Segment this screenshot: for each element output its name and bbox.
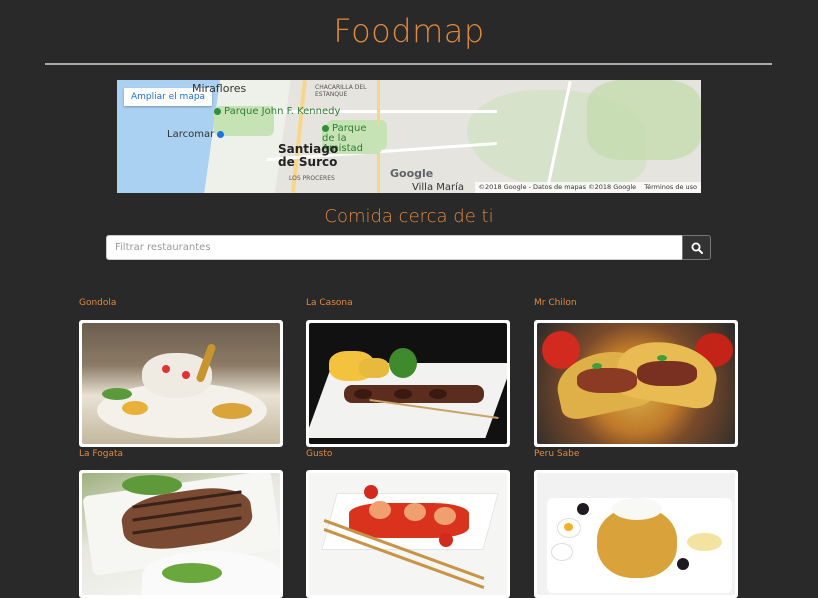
map-label-larcomar: Larcomar (167, 129, 227, 140)
map-label-proceres: LOS PROCERES (289, 175, 335, 182)
restaurant-card-gusto[interactable] (306, 470, 510, 598)
restaurant-name: La Casona (306, 298, 353, 308)
restaurant-name: La Fogata (79, 449, 124, 459)
restaurant-name: Peru Sabe (534, 449, 580, 459)
restaurant-card-la-casona[interactable] (306, 320, 510, 447)
park-pin-icon (322, 124, 329, 132)
restaurant-photo (82, 323, 280, 444)
restaurant-card-la-fogata[interactable] (79, 470, 283, 598)
restaurant-photo (537, 473, 735, 595)
section-subtitle: Comida cerca de ti (324, 206, 494, 227)
page-title: Foodmap (333, 12, 485, 50)
search-icon (691, 242, 703, 254)
map-label-villa-maria: Villa María (412, 182, 465, 193)
search-button[interactable] (682, 235, 711, 260)
map-terms-link[interactable]: Términos de uso (644, 183, 697, 191)
title-divider (45, 63, 772, 65)
restaurant-card-mr-chilon[interactable] (534, 320, 738, 447)
restaurant-photo (309, 473, 507, 595)
filter-input[interactable] (106, 235, 683, 260)
restaurant-photo (309, 323, 507, 444)
restaurant-card-peru-sabe[interactable] (534, 470, 738, 598)
map-attribution: ©2018 Google - Datos de mapas ©2018 Goog… (474, 182, 701, 193)
map-label-santiago: Santiago de Surco (278, 142, 339, 169)
park-pin-icon (214, 107, 221, 115)
map[interactable]: Ampliar el mapa Miraflores CHACARILLA DE… (117, 80, 701, 193)
restaurant-photo (82, 473, 280, 595)
restaurant-card-gondola[interactable] (79, 320, 283, 447)
restaurant-name: Gondola (79, 298, 117, 308)
restaurant-photo (537, 323, 735, 444)
map-label-chacarilla: CHACARILLA DEL ESTANQUE (315, 84, 367, 98)
shopping-pin-icon (217, 130, 225, 138)
restaurant-name: Mr Chilon (534, 298, 577, 308)
restaurant-name: Gusto (306, 449, 333, 459)
map-label-miraflores: Miraflores (192, 82, 247, 95)
google-logo: Google (390, 167, 434, 180)
